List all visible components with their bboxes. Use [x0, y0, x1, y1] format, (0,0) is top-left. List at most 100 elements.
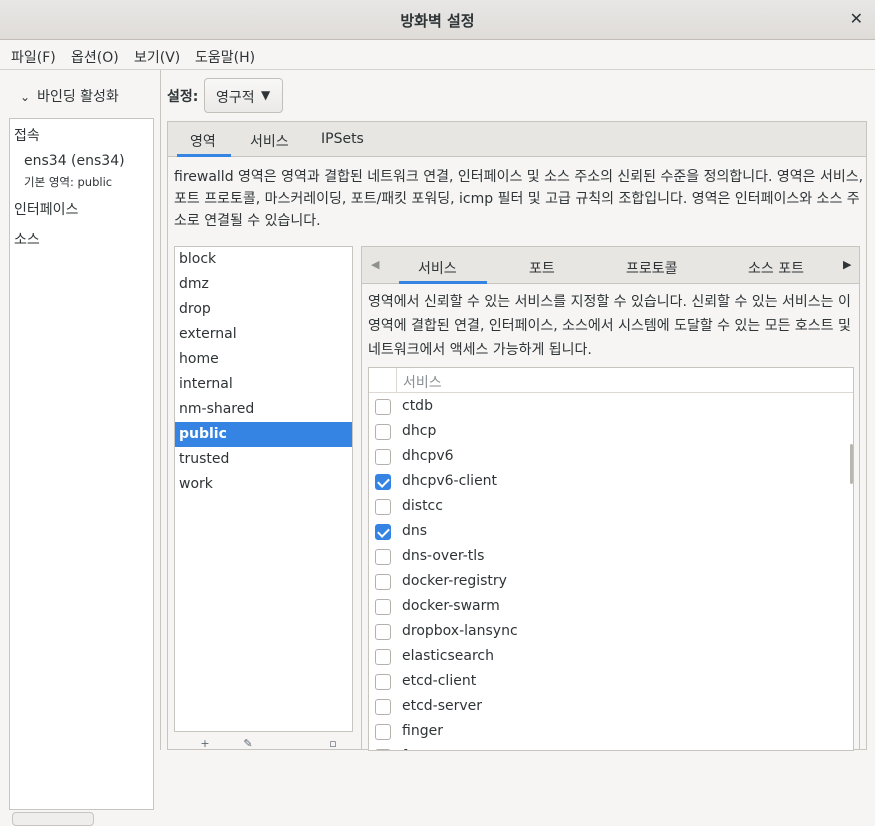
- zone-settings-notebook: ◀ 서비스 포트 프로토콜 소스 포트 ▶ 영역에서 신뢰할 수 있는 서비스를…: [361, 246, 860, 751]
- service-name: dhcp: [402, 423, 437, 439]
- tab-services[interactable]: 서비스: [250, 131, 289, 151]
- service-checkbox[interactable]: [375, 599, 391, 615]
- active-tab-indicator: [177, 154, 231, 157]
- scrollbar[interactable]: [850, 444, 853, 484]
- zone-item-public[interactable]: public: [175, 422, 352, 447]
- remove-zone-icon[interactable]: ▫: [327, 738, 339, 750]
- service-row[interactable]: dhcpv6: [369, 444, 853, 469]
- column-divider: [396, 368, 397, 392]
- service-row[interactable]: finger: [369, 719, 853, 744]
- zone-item-dmz[interactable]: dmz: [175, 272, 352, 297]
- service-name: docker-registry: [402, 573, 507, 589]
- service-name: dropbox-lansync: [402, 623, 518, 639]
- service-checkbox[interactable]: [375, 424, 391, 440]
- menu-bar: 파일(F) 옵션(O) 보기(V) 도움말(H): [0, 41, 875, 70]
- service-name: dhcpv6: [402, 448, 454, 464]
- menu-view[interactable]: 보기(V): [134, 47, 180, 67]
- service-name: etcd-client: [402, 673, 477, 689]
- service-name: elasticsearch: [402, 648, 494, 664]
- add-zone-icon[interactable]: +: [199, 738, 211, 750]
- service-name: distcc: [402, 498, 443, 514]
- service-checkbox[interactable]: [375, 449, 391, 465]
- service-row[interactable]: dropbox-lansync: [369, 619, 853, 644]
- tab-scroll-right-icon[interactable]: ▶: [843, 258, 851, 271]
- connections-panel: 접속 ens34 (ens34) 기본 영역: public 인터페이스 소스: [9, 118, 154, 810]
- service-row[interactable]: dhcpv6-client: [369, 469, 853, 494]
- service-row[interactable]: distcc: [369, 494, 853, 519]
- zone-item-internal[interactable]: internal: [175, 372, 352, 397]
- service-checkbox[interactable]: [375, 724, 391, 740]
- outer-tab-bar: 영역 서비스 IPSets: [168, 122, 866, 157]
- settings-label: 설정:: [167, 89, 199, 105]
- left-pane: ⌄ 바인딩 활성화 접속 ens34 (ens34) 기본 영역: public …: [0, 70, 161, 826]
- service-checkbox[interactable]: [375, 399, 391, 415]
- service-checkbox[interactable]: [375, 649, 391, 665]
- menu-options[interactable]: 옵션(O): [71, 47, 119, 67]
- zone-item-trusted[interactable]: trusted: [175, 447, 352, 472]
- service-checkbox[interactable]: [375, 549, 391, 565]
- service-row[interactable]: ctdb: [369, 394, 853, 419]
- service-row[interactable]: etcd-client: [369, 669, 853, 694]
- service-checkbox[interactable]: [375, 474, 391, 490]
- zone-description: firewalld 영역은 영역과 결합된 네트워크 연결, 인터페이스 및 소…: [174, 169, 864, 229]
- service-checkbox[interactable]: [375, 749, 391, 750]
- chevron-down-icon: ⌄: [20, 90, 31, 104]
- menu-file[interactable]: 파일(F): [11, 47, 56, 67]
- service-row[interactable]: docker-registry: [369, 569, 853, 594]
- zone-item-external[interactable]: external: [175, 322, 352, 347]
- service-checkbox[interactable]: [375, 499, 391, 515]
- zone-item-drop[interactable]: drop: [175, 297, 352, 322]
- config-mode-select[interactable]: 영구적 ▼: [204, 78, 283, 113]
- service-description: 영역에서 신뢰할 수 있는 서비스를 지정할 수 있습니다. 신뢰할 수 있는 …: [368, 294, 851, 358]
- tab-scroll-left-icon[interactable]: ◀: [371, 258, 379, 271]
- close-icon[interactable]: ✕: [850, 9, 863, 28]
- service-row[interactable]: docker-swarm: [369, 594, 853, 619]
- connections-heading[interactable]: 접속: [14, 125, 40, 145]
- service-row[interactable]: dns-over-tls: [369, 544, 853, 569]
- service-checkbox[interactable]: [375, 699, 391, 715]
- dropdown-arrow-icon: ▼: [261, 88, 271, 102]
- zone-item-work[interactable]: work: [175, 472, 352, 497]
- service-name: etcd-server: [402, 698, 483, 714]
- zone-item-block[interactable]: block: [175, 247, 352, 272]
- edit-zone-icon[interactable]: ✎: [242, 738, 254, 750]
- service-list-header: 서비스: [369, 368, 853, 393]
- title-bar: 방화벽 설정 ✕: [0, 0, 875, 40]
- inner-tab-bar: ◀ 서비스 포트 프로토콜 소스 포트 ▶: [362, 247, 859, 284]
- zone-list: block dmz drop external home internal nm…: [174, 246, 353, 732]
- window-title: 방화벽 설정: [400, 12, 475, 30]
- menu-help[interactable]: 도움말(H): [195, 47, 255, 67]
- main-notebook: 영역 서비스 IPSets firewalld 영역은 영역과 결합된 네트워크…: [167, 121, 867, 751]
- zone-item-nm-shared[interactable]: nm-shared: [175, 397, 352, 422]
- tab-ipsets[interactable]: IPSets: [321, 131, 364, 147]
- zone-toolbar: + ✎ ▫: [174, 734, 353, 750]
- tab-source-ports[interactable]: 소스 포트: [748, 258, 804, 278]
- service-name: dns-over-tls: [402, 548, 485, 564]
- change-zone-button[interactable]: [12, 812, 94, 826]
- service-name: dns: [402, 523, 428, 539]
- service-list: 서비스 ctdb dhcp dhcpv6 dhcpv6-client distcc dns…: [368, 367, 854, 751]
- service-row[interactable]: dhcp: [369, 419, 853, 444]
- binding-toggle[interactable]: ⌄ 바인딩 활성화: [20, 86, 119, 106]
- service-row[interactable]: dns: [369, 519, 853, 544]
- service-checkbox[interactable]: [375, 524, 391, 540]
- service-checkbox[interactable]: [375, 624, 391, 640]
- service-name: docker-swarm: [402, 598, 500, 614]
- sources-heading[interactable]: 소스: [14, 229, 40, 249]
- connection-item[interactable]: ens34 (ens34): [24, 153, 125, 169]
- interfaces-heading[interactable]: 인터페이스: [14, 199, 78, 219]
- service-name: finger: [402, 723, 443, 739]
- tab-zones[interactable]: 영역: [190, 131, 216, 151]
- service-column-header[interactable]: 서비스: [403, 372, 442, 392]
- tab-zone-services[interactable]: 서비스: [418, 258, 457, 278]
- tab-protocols[interactable]: 프로토콜: [626, 258, 678, 278]
- tab-ports[interactable]: 포트: [529, 258, 555, 278]
- service-row[interactable]: elasticsearch: [369, 644, 853, 669]
- zone-item-home[interactable]: home: [175, 347, 352, 372]
- service-name: dhcpv6-client: [402, 473, 498, 489]
- config-mode-value: 영구적: [216, 90, 255, 106]
- service-row[interactable]: etcd-server: [369, 694, 853, 719]
- service-checkbox[interactable]: [375, 574, 391, 590]
- service-checkbox[interactable]: [375, 674, 391, 690]
- default-zone-text: 기본 영역: public: [24, 175, 113, 189]
